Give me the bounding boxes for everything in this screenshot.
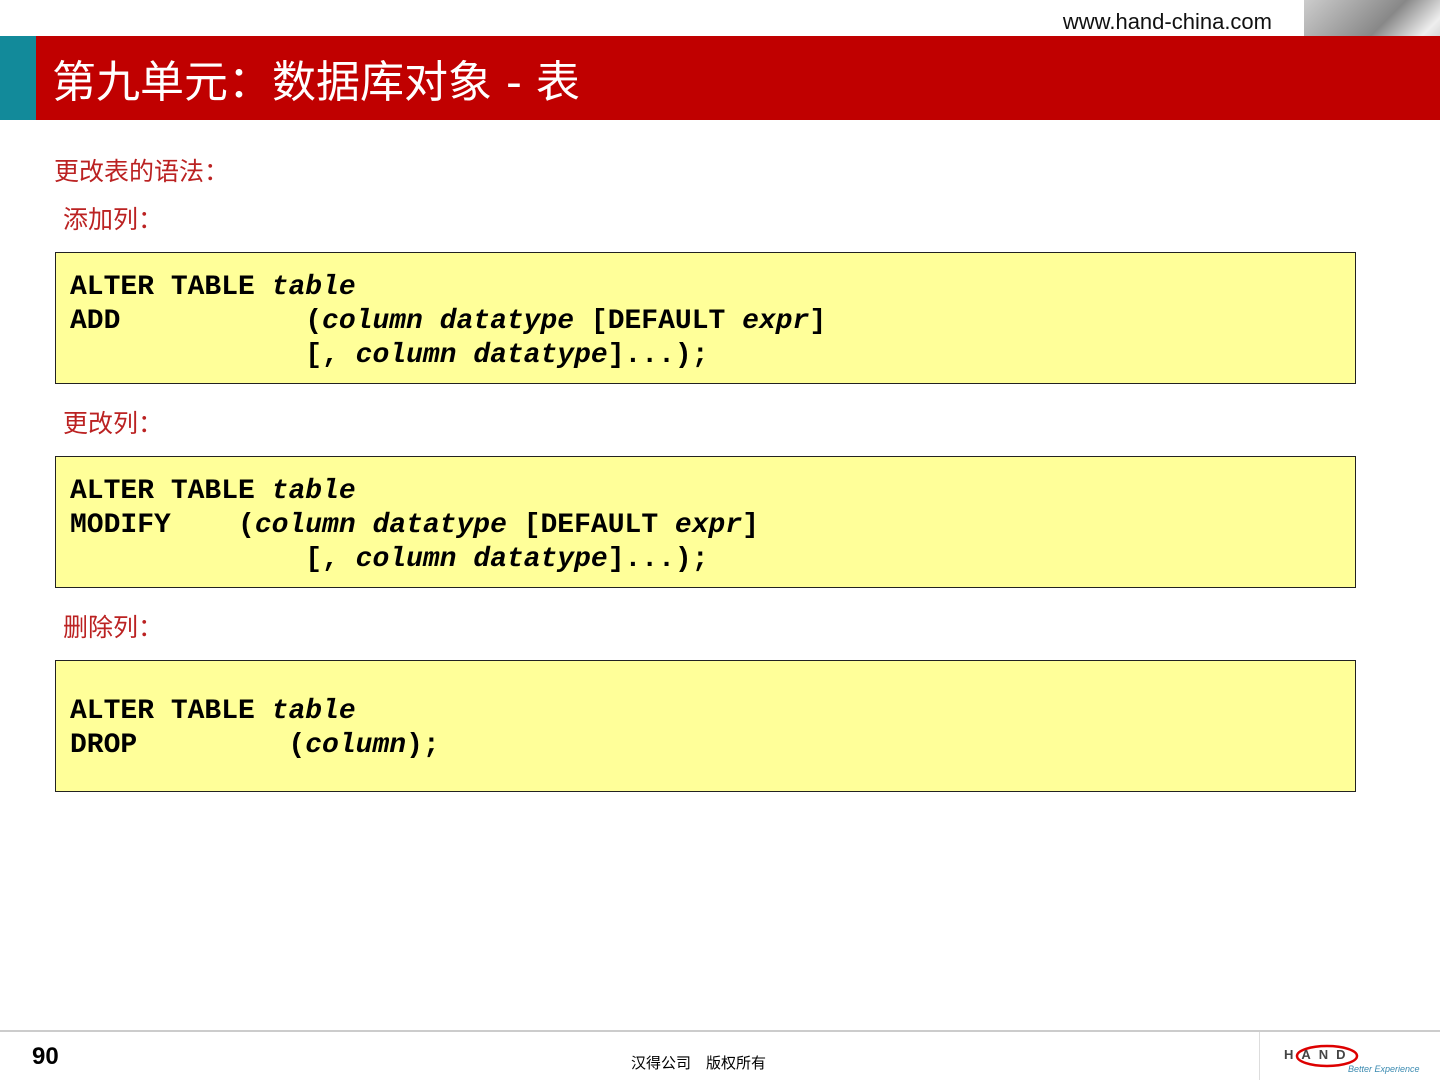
accent-bar <box>0 36 36 120</box>
code-placeholder: column datatype <box>355 544 608 575</box>
code-line: ALTER TABLE table <box>70 475 759 509</box>
copyright: 汉得公司 版权所有 <box>631 1054 767 1072</box>
section-label: 更改列： <box>63 409 164 438</box>
code-keyword: [, <box>70 340 356 371</box>
page-number: 90 <box>32 1043 59 1070</box>
code-modify: ALTER TABLE table MODIFY (column datatype… <box>70 475 759 577</box>
code-keyword: [DEFAULT <box>506 510 675 541</box>
code-keyword: [, <box>70 544 356 575</box>
code-keyword: ] <box>742 510 759 541</box>
code-placeholder: table <box>271 272 356 303</box>
hand-logo: HAND Better Experience <box>1284 1044 1420 1074</box>
code-keyword: ADD ( <box>70 306 323 337</box>
code-keyword: [DEFAULT <box>574 306 743 337</box>
code-keyword: ); <box>406 730 440 761</box>
code-add: ALTER TABLE table ADD (column datatype [D… <box>70 271 826 373</box>
code-line: ALTER TABLE table <box>70 271 826 305</box>
code-placeholder: table <box>271 696 356 727</box>
code-keyword: ALTER TABLE <box>70 696 272 727</box>
svg-text:Better Experience: Better Experience <box>1348 1064 1420 1074</box>
page-title: 第九单元：数据库对象 - 表 <box>52 57 580 108</box>
code-placeholder: table <box>271 476 356 507</box>
code-line: [, column datatype]...); <box>70 339 826 373</box>
code-line: ALTER TABLE table <box>70 695 440 729</box>
code-placeholder: column datatype <box>322 306 575 337</box>
code-placeholder: expr <box>742 306 810 337</box>
footer-divider <box>0 1030 1440 1032</box>
code-keyword: DROP ( <box>70 730 306 761</box>
code-placeholder: expr <box>674 510 743 541</box>
code-placeholder: column datatype <box>355 340 608 371</box>
code-placeholder: column <box>305 730 407 761</box>
code-line: DROP (column); <box>70 729 440 763</box>
code-keyword: ] <box>809 306 827 337</box>
intro-text: 更改表的语法： <box>54 157 230 186</box>
code-placeholder: column datatype <box>254 510 507 541</box>
footer-separator <box>1259 1032 1260 1080</box>
website-url: www.hand-china.com <box>1062 9 1272 34</box>
code-line: MODIFY (column datatype [DEFAULT expr] <box>70 509 759 543</box>
code-keyword: ]...); <box>607 544 709 575</box>
code-drop: ALTER TABLE table DROP (column); <box>70 695 440 763</box>
code-line: ADD (column datatype [DEFAULT expr] <box>70 305 826 339</box>
code-line: [, column datatype]...); <box>70 543 759 577</box>
code-keyword: ALTER TABLE <box>70 272 272 303</box>
svg-text:HAND: HAND <box>1284 1047 1354 1062</box>
code-keyword: ]...); <box>607 340 709 371</box>
code-keyword: MODIFY ( <box>70 510 255 541</box>
code-keyword: ALTER TABLE <box>70 476 272 507</box>
section-label: 删除列： <box>63 613 164 642</box>
section-label: 添加列： <box>63 205 164 234</box>
